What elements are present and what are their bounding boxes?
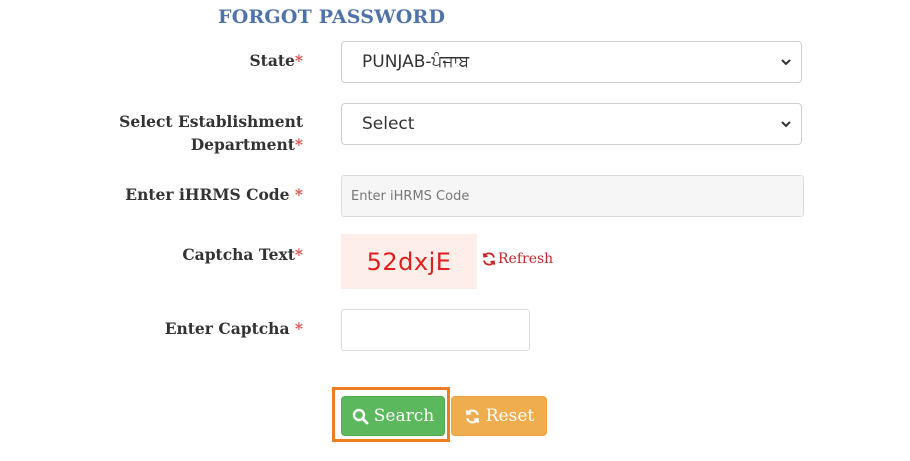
search-icon xyxy=(352,408,369,424)
refresh-icon xyxy=(465,408,480,424)
captcha-label-text: Captcha Text xyxy=(182,245,295,264)
state-select-value: PUNJAB-ਪੰਜਾਬ xyxy=(362,52,470,72)
captcha-label: Captcha Text* xyxy=(182,243,303,266)
enter-captcha-label-text: Enter Captcha xyxy=(164,319,290,338)
establishment-label-line2-wrap: Department* xyxy=(119,133,303,156)
forgot-password-page: FORGOT PASSWORD State* PUNJAB-ਪੰਜਾਬ Sele… xyxy=(0,0,910,461)
state-label: State* xyxy=(249,49,303,72)
refresh-icon xyxy=(482,252,496,266)
ihrms-code-input[interactable]: Enter iHRMS Code xyxy=(341,175,804,217)
search-button[interactable]: Search xyxy=(341,396,445,436)
reset-button[interactable]: Reset xyxy=(451,396,547,436)
establishment-select[interactable]: Select xyxy=(341,103,802,145)
enter-captcha-input[interactable] xyxy=(341,309,530,351)
refresh-label: Refresh xyxy=(498,251,554,267)
required-mark: * xyxy=(294,51,303,70)
page-title: FORGOT PASSWORD xyxy=(218,6,446,28)
chevron-down-icon xyxy=(781,59,791,66)
establishment-label: Select Establishment Department* xyxy=(119,110,303,156)
establishment-select-value: Select xyxy=(362,114,415,134)
establishment-label-line1: Select Establishment xyxy=(119,112,303,131)
required-mark: * xyxy=(294,135,303,154)
captcha-image: 52dxjE xyxy=(341,234,477,289)
required-mark: * xyxy=(294,185,303,204)
state-select[interactable]: PUNJAB-ਪੰਜਾਬ xyxy=(341,41,802,83)
ihrms-label-text: Enter iHRMS Code xyxy=(125,185,290,204)
state-label-text: State xyxy=(249,51,295,70)
search-button-label: Search xyxy=(373,406,435,426)
reset-button-label: Reset xyxy=(485,406,535,426)
chevron-down-icon xyxy=(781,121,791,128)
establishment-label-line2: Department xyxy=(190,135,295,154)
enter-captcha-label: Enter Captcha * xyxy=(165,317,303,340)
ihrms-label: Enter iHRMS Code * xyxy=(125,183,303,206)
required-mark: * xyxy=(294,245,303,264)
captcha-refresh-link[interactable]: Refresh xyxy=(481,251,553,267)
required-mark: * xyxy=(294,319,303,338)
